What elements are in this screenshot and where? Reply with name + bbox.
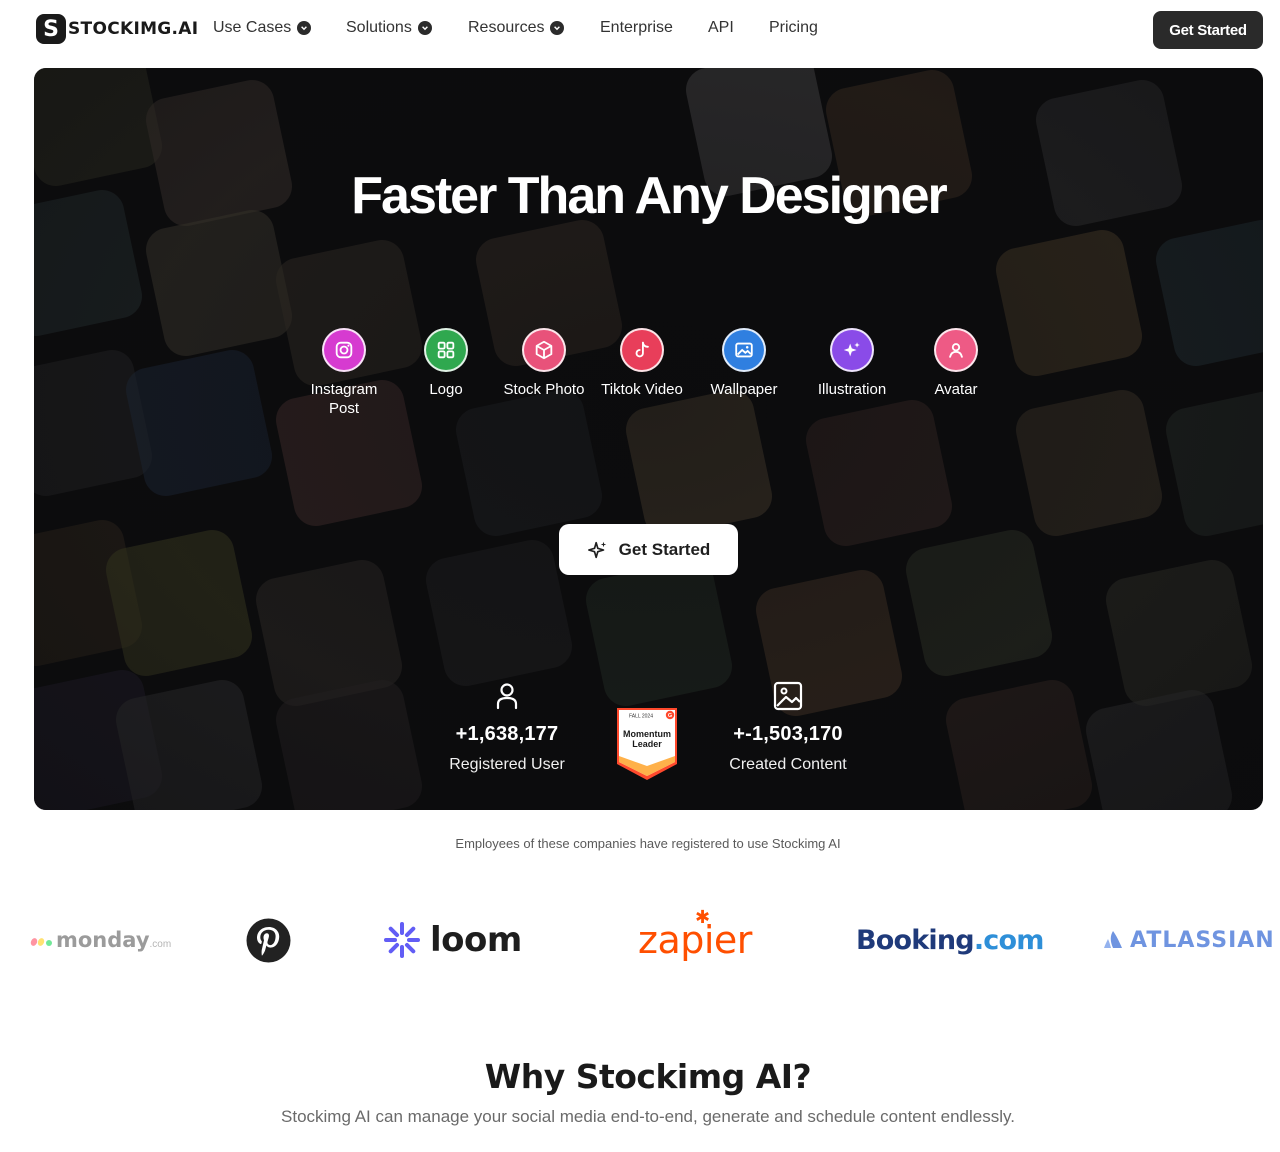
badge-line-2: Leader	[632, 739, 662, 749]
companies-caption: Employees of these companies have regist…	[455, 836, 841, 851]
category-label: Instagram Post	[310, 381, 378, 417]
zapier-logo: zapier ✱	[638, 907, 752, 962]
badge-season: FALL 2024	[629, 714, 653, 720]
nav-use-cases-label: Use Cases	[213, 19, 292, 36]
nav-pricing-label: Pricing	[769, 19, 818, 36]
person-icon	[934, 328, 978, 372]
category-wallpaper[interactable]: Wallpaper	[694, 328, 794, 399]
g2-momentum-leader-badge: FALL 2024 G Momentum Leader	[617, 708, 677, 780]
svg-text:G: G	[668, 713, 672, 719]
chevron-down-icon	[297, 21, 312, 35]
stat-registered-users: +1,638,177 Registered User	[407, 680, 607, 774]
company-logos: monday .com loom zapier ✱ Booking .com A…	[0, 905, 1280, 975]
booking-logo: Booking .com	[856, 924, 1044, 956]
cube-icon	[522, 328, 566, 372]
category-tiktok-video[interactable]: Tiktok Video	[592, 328, 692, 399]
stat-value: +1,638,177	[455, 723, 559, 745]
pinterest-logo	[246, 905, 291, 975]
nav-resources[interactable]: Resources	[468, 19, 565, 37]
stat-value: +-1,503,170	[733, 723, 843, 745]
category-label: Illustration	[817, 381, 887, 398]
nav-pricing[interactable]: Pricing	[769, 19, 818, 37]
nav-enterprise[interactable]: Enterprise	[600, 19, 673, 37]
category-label: Logo	[429, 381, 463, 398]
hero-get-started-button[interactable]: Get Started	[559, 524, 738, 575]
stat-label: Created Content	[729, 756, 847, 773]
top-nav: S STOCKIMG.AI Use Cases Solutions Resour…	[0, 0, 1280, 60]
instagram-icon	[322, 328, 366, 372]
atlassian-logo: ATLASSIAN	[1102, 905, 1275, 975]
nav-solutions-label: Solutions	[346, 19, 412, 36]
tiktok-icon	[620, 328, 664, 372]
user-icon	[496, 683, 518, 710]
stat-label: Registered User	[449, 756, 565, 773]
image-icon	[722, 328, 766, 372]
category-instagram-post[interactable]: Instagram Post	[294, 328, 394, 418]
nav-api[interactable]: API	[708, 19, 734, 37]
chevron-down-icon	[417, 21, 432, 35]
monday-logo: monday .com	[30, 905, 171, 975]
grid-icon	[424, 328, 468, 372]
why-section-title: Why Stockimg AI?	[484, 1057, 812, 1096]
category-list: Instagram Post Logo Stock Photo Tiktok V…	[34, 328, 1263, 428]
sparkle-icon	[587, 541, 606, 558]
image-icon	[773, 681, 803, 711]
category-label: Stock Photo	[503, 381, 585, 398]
sparkle-icon	[830, 328, 874, 372]
nav-resources-label: Resources	[468, 19, 545, 36]
logo-text: STOCKIMG.AI	[68, 19, 199, 39]
category-stock-photo[interactable]: Stock Photo	[494, 328, 594, 399]
nav-use-cases[interactable]: Use Cases	[213, 19, 312, 37]
chevron-down-icon	[550, 21, 565, 35]
category-label: Wallpaper	[710, 381, 778, 398]
category-illustration[interactable]: Illustration	[802, 328, 902, 399]
brand-logo[interactable]: S STOCKIMG.AI	[36, 14, 198, 44]
hero-title: Faster Than Any Designer	[351, 167, 947, 225]
logo-mark: S	[36, 14, 66, 44]
loom-logo: loom	[382, 905, 522, 975]
hero-section: Faster Than Any Designer Instagram Post …	[34, 68, 1263, 810]
nav-enterprise-label: Enterprise	[600, 19, 673, 36]
badge-line-1: Momentum	[623, 729, 671, 739]
why-section-subtitle: Stockimg AI can manage your social media…	[281, 1107, 1015, 1126]
zapier-asterisk: ✱	[695, 907, 711, 927]
category-avatar[interactable]: Avatar	[906, 328, 1006, 399]
category-logo[interactable]: Logo	[396, 328, 496, 399]
category-label: Avatar	[934, 381, 978, 398]
stat-created-content: +-1,503,170 Created Content	[688, 680, 888, 774]
nav-solutions[interactable]: Solutions	[346, 19, 432, 37]
nav-get-started-button[interactable]: Get Started	[1153, 11, 1263, 49]
nav-api-label: API	[708, 19, 734, 36]
category-label: Tiktok Video	[601, 381, 683, 398]
hero-cta-label: Get Started	[618, 539, 711, 559]
